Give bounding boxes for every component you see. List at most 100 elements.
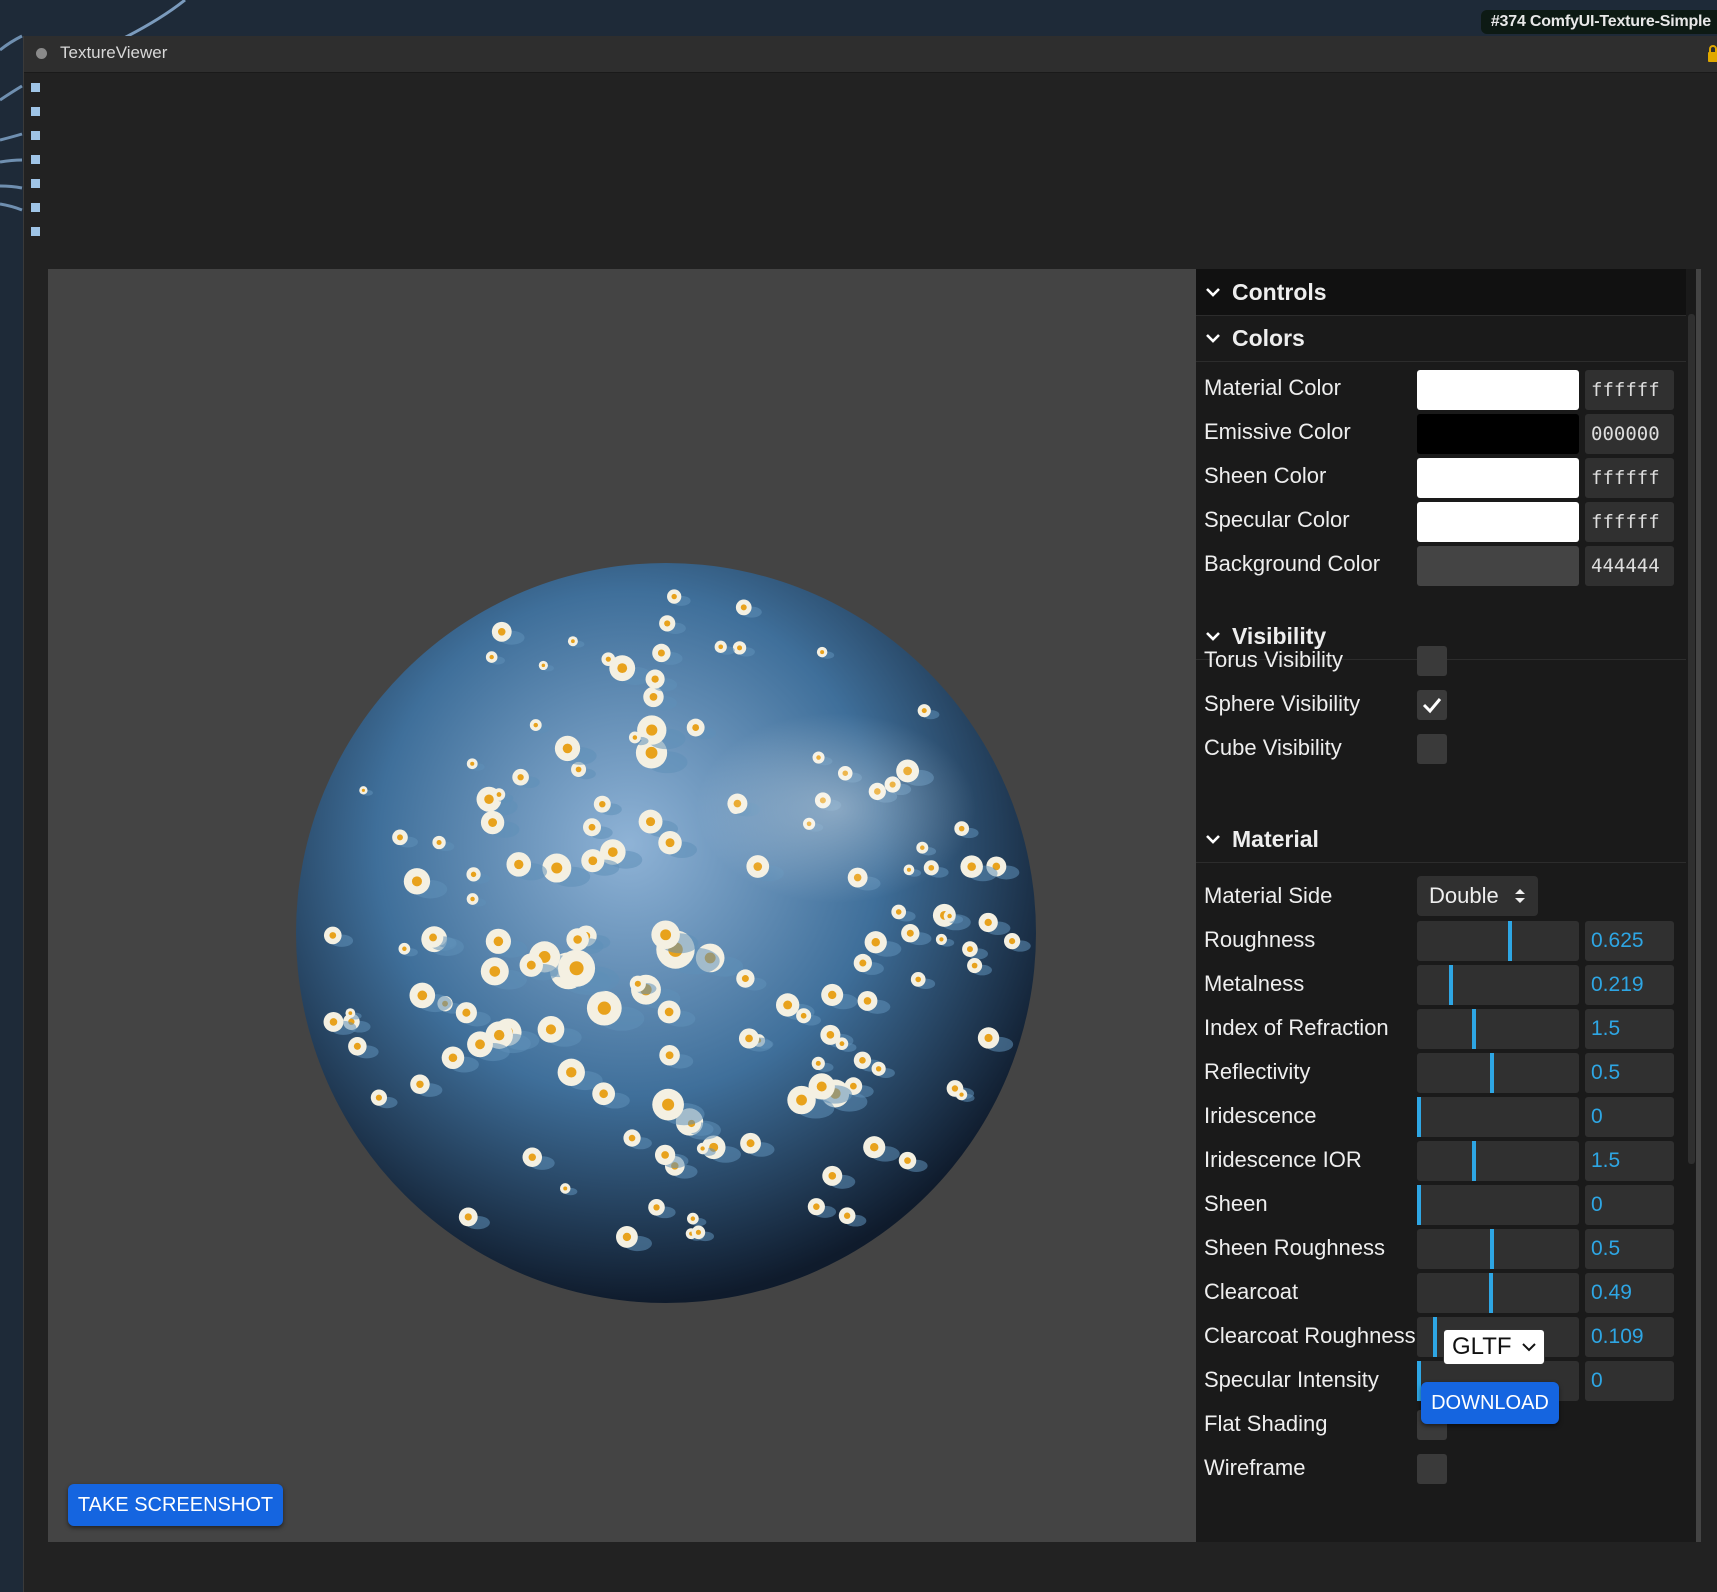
- checkmark-icon: [1422, 698, 1442, 714]
- toggle-row: Wireframe: [1196, 1444, 1686, 1492]
- slider-track[interactable]: [1417, 965, 1579, 1005]
- toggle-label: Flat Shading: [1204, 1411, 1328, 1436]
- format-select[interactable]: GLTF: [1443, 1329, 1545, 1365]
- slider-row: Roughness 0.625: [1196, 916, 1686, 964]
- visibility-checkbox[interactable]: [1417, 690, 1447, 720]
- visibility-row: Cube Visibility: [1196, 724, 1686, 772]
- visibility-label: Torus Visibility: [1204, 647, 1343, 672]
- material-side-select[interactable]: Double: [1417, 876, 1538, 916]
- take-screenshot-button[interactable]: TAKE SCREENSHOT: [68, 1484, 283, 1526]
- chevron-down-icon: [1206, 334, 1220, 343]
- collapse-dot-icon[interactable]: [36, 48, 47, 59]
- slider-track[interactable]: [1417, 1141, 1579, 1181]
- slider-value-input[interactable]: 1.5: [1585, 1009, 1674, 1049]
- slider-row: Clearcoat 0.49: [1196, 1268, 1686, 1316]
- input-slot[interactable]: [31, 83, 40, 92]
- textured-sphere[interactable]: [296, 563, 1036, 1303]
- slider-track[interactable]: [1417, 1229, 1579, 1269]
- visibility-checkbox[interactable]: [1417, 646, 1447, 676]
- visibility-label: Cube Visibility: [1204, 735, 1342, 760]
- color-swatch[interactable]: [1417, 414, 1579, 454]
- slider-value-input[interactable]: 0: [1585, 1361, 1674, 1401]
- input-slot[interactable]: [31, 155, 40, 164]
- chevron-down-icon: [1206, 835, 1220, 844]
- slider-track[interactable]: [1417, 1185, 1579, 1225]
- visibility-label: Sphere Visibility: [1204, 691, 1361, 716]
- chevron-down-icon: [1522, 1343, 1536, 1352]
- slider-label: Roughness: [1204, 927, 1316, 952]
- toggle-checkbox[interactable]: [1417, 1454, 1447, 1484]
- lock-icon[interactable]: [1708, 44, 1717, 62]
- color-label: Material Color: [1204, 375, 1341, 400]
- colors-header[interactable]: Colors: [1196, 315, 1686, 362]
- slider-value-input[interactable]: 0.49: [1585, 1273, 1674, 1313]
- visibility-checkbox[interactable]: [1417, 734, 1447, 764]
- input-slot[interactable]: [31, 131, 40, 140]
- color-hex-input[interactable]: ffffff: [1585, 458, 1674, 498]
- input-slot[interactable]: [31, 227, 40, 236]
- slider-label: Index of Refraction: [1204, 1015, 1389, 1040]
- slider-label: Metalness: [1204, 971, 1305, 996]
- 3d-viewport[interactable]: TAKE SCREENSHOT Controls Colors Material…: [48, 269, 1701, 1542]
- color-label: Emissive Color: [1204, 419, 1351, 444]
- slider-label: Reflectivity: [1204, 1059, 1311, 1084]
- slider-handle[interactable]: [1417, 1097, 1421, 1137]
- slider-value-input[interactable]: 0: [1585, 1185, 1674, 1225]
- download-button[interactable]: DOWNLOAD: [1421, 1382, 1559, 1424]
- slider-label: Clearcoat: [1204, 1279, 1299, 1304]
- color-hex-input[interactable]: 000000: [1585, 414, 1674, 454]
- node-titlebar[interactable]: TextureViewer: [24, 36, 1717, 73]
- controls-header[interactable]: Controls: [1196, 269, 1686, 316]
- slider-handle[interactable]: [1417, 1185, 1421, 1225]
- input-slot[interactable]: [31, 107, 40, 116]
- slider-label: Specular Intensity: [1204, 1367, 1379, 1392]
- slider-handle[interactable]: [1433, 1317, 1437, 1357]
- color-swatch[interactable]: [1417, 502, 1579, 542]
- material-title: Material: [1232, 825, 1319, 852]
- slider-handle[interactable]: [1489, 1273, 1493, 1313]
- color-swatch[interactable]: [1417, 458, 1579, 498]
- slider-label: Sheen Roughness: [1204, 1235, 1386, 1260]
- slider-value-input[interactable]: 0.625: [1585, 921, 1674, 961]
- slider-track[interactable]: [1417, 921, 1579, 961]
- color-swatch[interactable]: [1417, 370, 1579, 410]
- input-slot[interactable]: [31, 179, 40, 188]
- color-hex-input[interactable]: 444444: [1585, 546, 1674, 586]
- slider-value-input[interactable]: 0.109: [1585, 1317, 1674, 1357]
- slider-handle[interactable]: [1490, 1229, 1494, 1269]
- color-hex-input[interactable]: ffffff: [1585, 370, 1674, 410]
- material-header[interactable]: Material: [1196, 816, 1686, 863]
- scroll-thumb[interactable]: [1688, 314, 1695, 1164]
- slider-handle[interactable]: [1472, 1009, 1476, 1049]
- visibility-row: Sphere Visibility: [1196, 680, 1686, 728]
- slider-row: Reflectivity 0.5: [1196, 1048, 1686, 1096]
- color-row: Background Color 444444: [1196, 540, 1686, 588]
- slider-handle[interactable]: [1472, 1141, 1476, 1181]
- slider-track[interactable]: [1417, 1053, 1579, 1093]
- input-slots: [31, 83, 41, 251]
- slider-handle[interactable]: [1490, 1053, 1494, 1093]
- slider-value-input[interactable]: 0.219: [1585, 965, 1674, 1005]
- slider-value-input[interactable]: 1.5: [1585, 1141, 1674, 1181]
- toggle-label: Wireframe: [1204, 1455, 1306, 1480]
- slider-value-input[interactable]: 0.5: [1585, 1053, 1674, 1093]
- material-side-value: Double: [1429, 883, 1499, 908]
- color-row: Specular Color ffffff: [1196, 496, 1686, 544]
- color-label: Specular Color: [1204, 507, 1350, 532]
- slider-track[interactable]: [1417, 1097, 1579, 1137]
- slider-row: Iridescence IOR 1.5: [1196, 1136, 1686, 1184]
- controls-title: Controls: [1232, 278, 1327, 305]
- slider-handle[interactable]: [1508, 921, 1512, 961]
- input-slot[interactable]: [31, 203, 40, 212]
- color-hex-input[interactable]: ffffff: [1585, 502, 1674, 542]
- slider-label: Iridescence: [1204, 1103, 1317, 1128]
- slider-value-input[interactable]: 0.5: [1585, 1229, 1674, 1269]
- format-value: GLTF: [1452, 1333, 1512, 1360]
- panel-scrollbar[interactable]: [1686, 314, 1696, 1542]
- slider-value-input[interactable]: 0: [1585, 1097, 1674, 1137]
- color-swatch[interactable]: [1417, 546, 1579, 586]
- slider-track[interactable]: [1417, 1009, 1579, 1049]
- slider-row: Metalness 0.219: [1196, 960, 1686, 1008]
- slider-track[interactable]: [1417, 1273, 1579, 1313]
- slider-handle[interactable]: [1449, 965, 1453, 1005]
